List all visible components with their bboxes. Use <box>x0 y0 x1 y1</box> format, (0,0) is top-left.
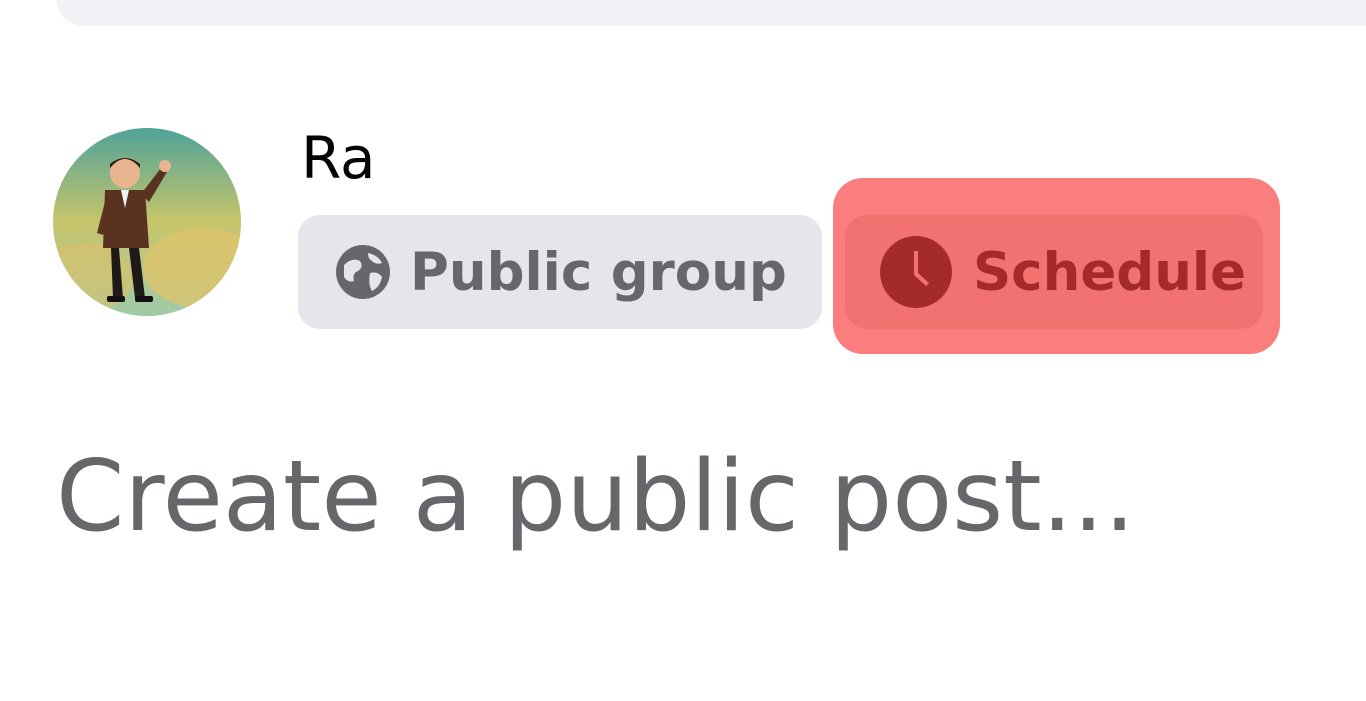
post-composer-input[interactable]: Create a public post... <box>56 432 1135 562</box>
clock-icon <box>879 235 953 309</box>
schedule-label: Schedule <box>973 241 1247 303</box>
avatar[interactable] <box>53 128 241 316</box>
audience-selector-button[interactable]: Public group <box>298 215 822 329</box>
audience-label: Public group <box>410 241 787 303</box>
globe-icon <box>334 243 392 301</box>
schedule-button[interactable]: Schedule <box>845 215 1263 329</box>
user-name[interactable]: Ra <box>301 122 381 194</box>
search-bar-edge <box>56 0 1366 26</box>
